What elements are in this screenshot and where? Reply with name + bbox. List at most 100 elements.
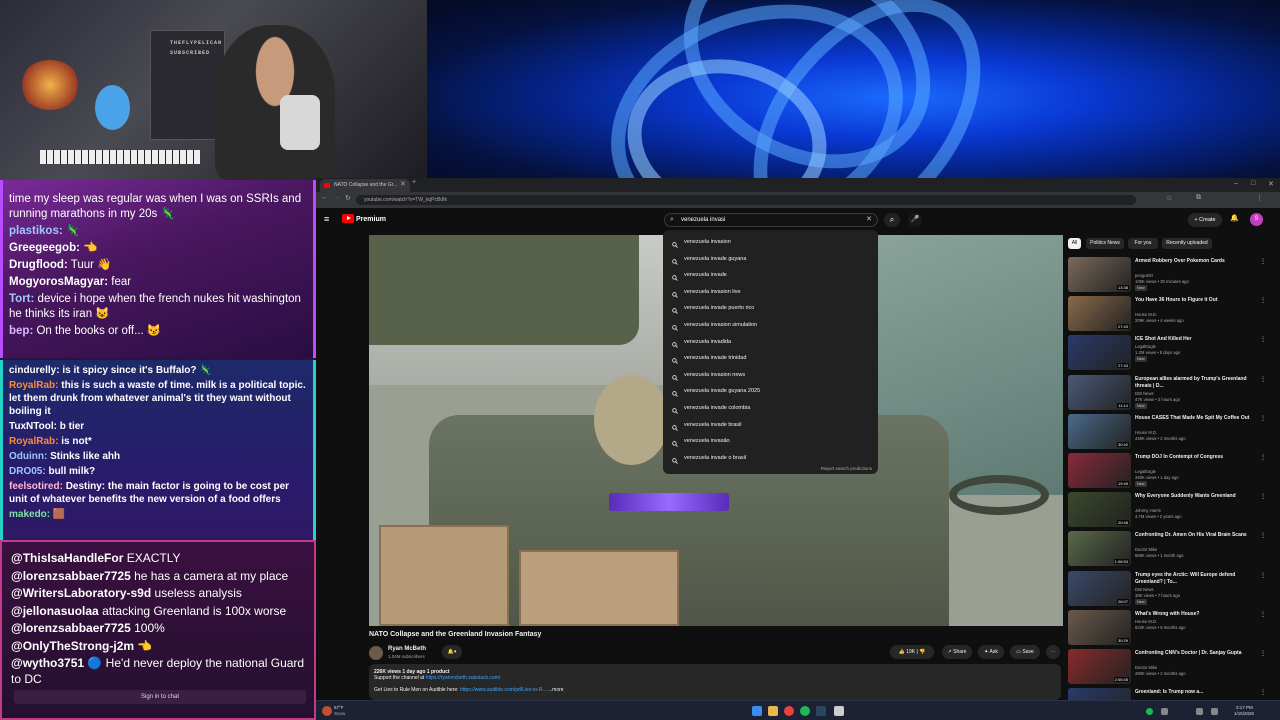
channel-name[interactable]: Ryan McBeth (388, 646, 426, 652)
more-options-icon[interactable]: ⋮ (1260, 572, 1266, 579)
search-suggestion-item[interactable]: venezuela invade colombia (663, 400, 878, 417)
more-options-icon[interactable]: ⋮ (1260, 493, 1266, 500)
video-thumbnail[interactable]: 13:38 (1068, 257, 1131, 292)
search-suggestion-item[interactable]: venezuela invasion simulation (663, 317, 878, 334)
tray-app-icon[interactable] (1161, 708, 1168, 715)
search-suggestion-item[interactable]: venezuela invade o brasil (663, 450, 878, 467)
more-options-icon[interactable]: ⋮ (1260, 611, 1266, 618)
tray-spotify-icon[interactable] (1146, 708, 1153, 715)
search-suggestion-item[interactable]: venezuela invade trinidad (663, 350, 878, 367)
chat-username[interactable]: Tort: (9, 293, 34, 305)
show-more-link[interactable]: ...more (548, 687, 564, 693)
search-input[interactable]: ⌕ venezuela invasi ✕ (664, 213, 878, 227)
chat-username[interactable]: makedo: (9, 509, 50, 520)
chat-username[interactable]: feelsotired: (9, 481, 63, 492)
more-options-icon[interactable]: ⋮ (1260, 415, 1266, 422)
video-description[interactable]: 226K views 1 day ago 1 product Support t… (369, 664, 1061, 700)
more-actions-icon[interactable]: ⋯ (1046, 645, 1060, 659)
search-suggestion-item[interactable]: venezuela invadida (663, 334, 878, 351)
chat-username[interactable]: RoyalRab: (9, 436, 58, 447)
recommended-title[interactable]: What's Wrong with House? (1135, 611, 1263, 618)
video-thumbnail[interactable]: 1:06:53 (1068, 531, 1131, 567)
search-suggestion-item[interactable]: venezuela invasion news (663, 367, 878, 384)
recommended-video[interactable]: 2:05:45 Confronting CNN's Doctor | Dr. Sa… (1068, 649, 1268, 686)
video-thumbnail[interactable]: 27:43 (1068, 296, 1131, 332)
video-thumbnail[interactable] (1068, 688, 1131, 700)
chat-username[interactable]: cindurelly: (9, 365, 60, 376)
hamburger-menu-icon[interactable]: ≡ (324, 214, 329, 224)
video-thumbnail[interactable]: 30:29 (1068, 609, 1131, 645)
video-thumbnail[interactable]: 27:43 (1068, 335, 1131, 371)
recommended-video[interactable]: 11:14 European allies alarmed by Trump's … (1068, 374, 1268, 412)
recommended-title[interactable]: ICE Shot And Killed Her (1135, 336, 1263, 343)
chat-username[interactable]: @jellonasuolaa (11, 604, 99, 618)
more-options-icon[interactable]: ⋮ (1260, 297, 1266, 304)
app-icon[interactable] (834, 706, 844, 716)
recommended-title[interactable]: House CASES That Made Me Spit My Coffee … (1135, 415, 1263, 422)
chat-username[interactable]: @wytho3751 (11, 656, 84, 670)
chat-username[interactable]: MogyorosMagyar: (9, 276, 108, 288)
account-avatar[interactable]: S (1250, 213, 1263, 226)
more-options-icon[interactable]: ⋮ (1260, 689, 1266, 696)
save-button[interactable]: ▭ Save (1010, 645, 1040, 659)
chat-username[interactable]: DRO05: (9, 466, 46, 477)
more-options-icon[interactable]: ⋮ (1260, 454, 1266, 461)
wifi-icon[interactable] (1196, 708, 1203, 715)
chat-username[interactable]: @WritersLaboratory-s9d (11, 586, 151, 600)
bookmark-star-icon[interactable]: ☆ (1166, 194, 1172, 202)
recommended-title[interactable]: Trump DOJ In Contempt of Congress (1135, 454, 1263, 461)
recommended-title[interactable]: Why Everyone Suddenly Wants Greenland (1135, 493, 1263, 500)
notify-bell-button[interactable]: 🔔▾ (442, 645, 462, 659)
close-window-icon[interactable]: ✕ (1268, 180, 1274, 188)
chat-username[interactable]: bep: (9, 325, 33, 337)
chat-username[interactable]: plastikos: (9, 225, 63, 237)
recommended-title[interactable]: Confronting CNN's Doctor | Dr. Sanjay Gu… (1135, 650, 1263, 657)
recommended-video[interactable]: 19:45 Trump DOJ In Contempt of Congress Le… (1068, 453, 1268, 490)
forward-icon[interactable]: → (333, 194, 340, 201)
chat-username[interactable]: Oduinn: (9, 451, 47, 462)
recommended-video[interactable]: 1:06:53 Confronting Dr. Amen On His Viral… (1068, 531, 1268, 568)
recommended-video[interactable]: Greenland: Is Trump now a... ⋮ (1068, 688, 1268, 700)
chat-username[interactable]: RoyalRab: (9, 380, 58, 391)
recommended-video[interactable]: 26:07 Trump eyes the Arctic: Will Europe … (1068, 570, 1268, 608)
chrome-icon[interactable] (784, 706, 794, 716)
recommended-title[interactable]: You Have 36 Hours to Figure it Out (1135, 297, 1263, 304)
chat-username[interactable]: @lorenzsabbaer7725 (11, 621, 131, 635)
chip-for-you[interactable]: For you (1128, 238, 1158, 249)
chat-username[interactable]: @ThisIsaHandleFor (11, 551, 123, 565)
more-options-icon[interactable]: ⋮ (1260, 376, 1266, 383)
search-suggestion-item[interactable]: venezuela invade guyana (663, 251, 878, 268)
steam-icon[interactable] (816, 706, 826, 716)
recommended-video[interactable]: 30:29 What's Wrong with House? House M.D. 8… (1068, 609, 1268, 647)
create-button[interactable]: + Create (1188, 213, 1222, 227)
clear-search-icon[interactable]: ✕ (866, 214, 872, 226)
sign-in-to-chat-button[interactable]: Sign in to chat (14, 690, 306, 704)
notifications-bell-icon[interactable]: 🔔 (1230, 214, 1239, 222)
video-thumbnail[interactable]: 2:05:45 (1068, 649, 1131, 684)
search-suggestion-item[interactable]: venezuela invade guyana 2025 (663, 383, 878, 400)
recommended-title[interactable]: Confronting Dr. Amen On His Viral Brain … (1135, 532, 1263, 539)
url-field[interactable]: youtube.com/watch?v=TW_kqPcBdIk (356, 195, 1136, 205)
substack-link[interactable]: https://ryanmcbeth.substack.com/ (426, 675, 500, 681)
video-thumbnail[interactable]: 11:14 (1068, 374, 1131, 410)
back-icon[interactable]: ← (321, 194, 328, 201)
volume-icon[interactable] (1211, 708, 1218, 715)
new-tab-icon[interactable]: + (412, 179, 416, 186)
recommended-video[interactable]: 27:43 ICE Shot And Killed Her LegalEagle 1.… (1068, 335, 1268, 372)
chat-username[interactable]: @lorenzsabbaer7725 (11, 569, 131, 583)
file-explorer-icon[interactable] (768, 706, 778, 716)
chip-all[interactable]: All (1068, 238, 1081, 249)
like-button[interactable]: 👍 19K | 👎 (890, 645, 934, 659)
video-thumbnail[interactable]: 19:45 (1068, 453, 1131, 488)
chat-username[interactable]: Drugflood: (9, 259, 68, 271)
share-button[interactable]: ↗ Share (942, 645, 972, 659)
recommended-title[interactable]: Armed Robbery Over Pokemon Cards (1135, 258, 1263, 265)
maximize-icon[interactable]: □ (1251, 180, 1255, 187)
recommended-title[interactable]: Greenland: Is Trump now a... (1135, 689, 1263, 696)
report-predictions-link[interactable]: Report search predictions (821, 466, 872, 471)
search-suggestion-item[interactable]: venezuela invade brasil (663, 417, 878, 434)
video-thumbnail[interactable]: 30:42 (1068, 413, 1131, 449)
more-options-icon[interactable]: ⋮ (1260, 336, 1266, 343)
search-suggestion-item[interactable]: venezuela invasion live (663, 284, 878, 301)
more-options-icon[interactable]: ⋮ (1260, 650, 1266, 657)
